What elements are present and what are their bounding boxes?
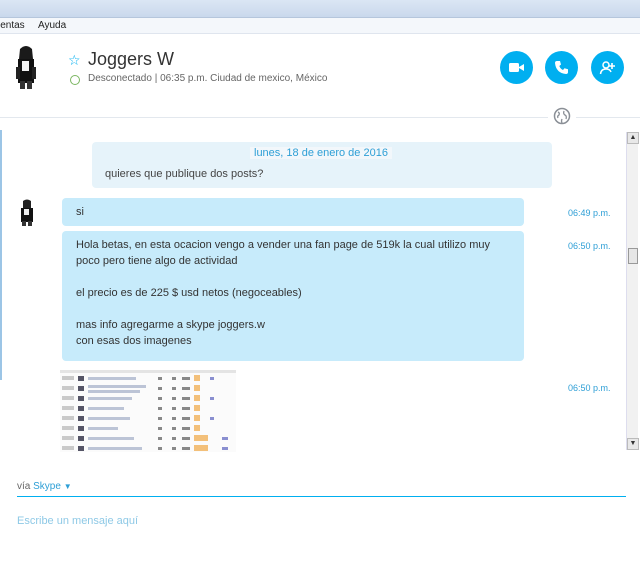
message-blank-line — [76, 301, 510, 317]
contact-status-line: Desconectado | 06:35 p.m. Ciudad de mexi… — [88, 73, 327, 84]
shared-image-thumbnail[interactable] — [60, 370, 236, 452]
add-people-button[interactable] — [591, 51, 624, 84]
add-person-icon — [599, 61, 615, 75]
message-bubble[interactable]: Hola betas, en esta ocacion vengo a vend… — [62, 231, 524, 361]
conversation-header: ☆ Joggers W Desconectado | 06:35 p.m. Ci… — [0, 35, 640, 115]
menu-item-tools[interactable]: ientas — [0, 20, 25, 31]
video-call-button[interactable] — [500, 51, 533, 84]
message-timestamp: 06:50 p.m. — [568, 383, 611, 393]
menu-bar: ientas Ayuda — [0, 18, 640, 34]
compose-divider — [17, 496, 626, 497]
message-blank-line — [76, 269, 510, 285]
date-separator: lunes, 18 de enero de 2016 — [250, 147, 392, 159]
offline-status-icon — [70, 75, 80, 85]
scroll-up-icon[interactable]: ▲ — [627, 132, 639, 144]
sender-avatar[interactable] — [16, 198, 38, 226]
chevron-down-icon[interactable]: ▼ — [64, 482, 72, 491]
message-line: mas info agregarme a skype joggers.w — [76, 319, 265, 331]
scrollbar-thumb[interactable] — [628, 248, 638, 264]
scroll-down-icon[interactable]: ▼ — [627, 438, 639, 450]
message-timestamp: 06:50 p.m. — [568, 241, 611, 251]
audio-call-button[interactable] — [545, 51, 578, 84]
window-titlebar — [0, 0, 640, 18]
message-line: con esas dos imagenes — [76, 335, 192, 347]
header-divider — [0, 117, 548, 118]
message-history[interactable]: quieres que publique dos posts? lunes, 1… — [0, 130, 626, 452]
contact-local-time-location: 06:35 p.m. Ciudad de mexico, México — [160, 73, 328, 84]
contact-status: Desconectado — [88, 73, 152, 84]
message-line: poco pero tiene algo de actividad — [76, 255, 238, 267]
message-timestamp: 06:49 p.m. — [568, 208, 611, 218]
header-divider-right — [576, 117, 640, 118]
favorite-star-icon[interactable]: ☆ — [68, 52, 81, 69]
message-line: el precio es de 225 $ usd netos (negocea… — [76, 287, 302, 299]
contact-name: Joggers W — [88, 49, 175, 69]
message-bubble[interactable]: si — [62, 198, 524, 226]
message-line: Hola betas, en esta ocacion vengo a vend… — [76, 239, 490, 251]
message-text: si — [76, 206, 84, 218]
video-camera-icon — [509, 63, 524, 72]
contact-avatar[interactable] — [12, 43, 40, 89]
chat-scrollbar[interactable]: ▲ ▼ — [626, 132, 639, 450]
phone-icon — [555, 61, 568, 74]
menu-item-help[interactable]: Ayuda — [38, 20, 66, 31]
globe-icon[interactable] — [553, 107, 571, 125]
via-label: vía — [17, 481, 31, 492]
previous-message-text: quieres que publique dos posts? — [105, 168, 264, 180]
send-via-selector[interactable]: vía Skype ▼ — [17, 481, 72, 492]
message-input[interactable] — [17, 512, 517, 530]
via-service[interactable]: Skype — [33, 481, 61, 492]
